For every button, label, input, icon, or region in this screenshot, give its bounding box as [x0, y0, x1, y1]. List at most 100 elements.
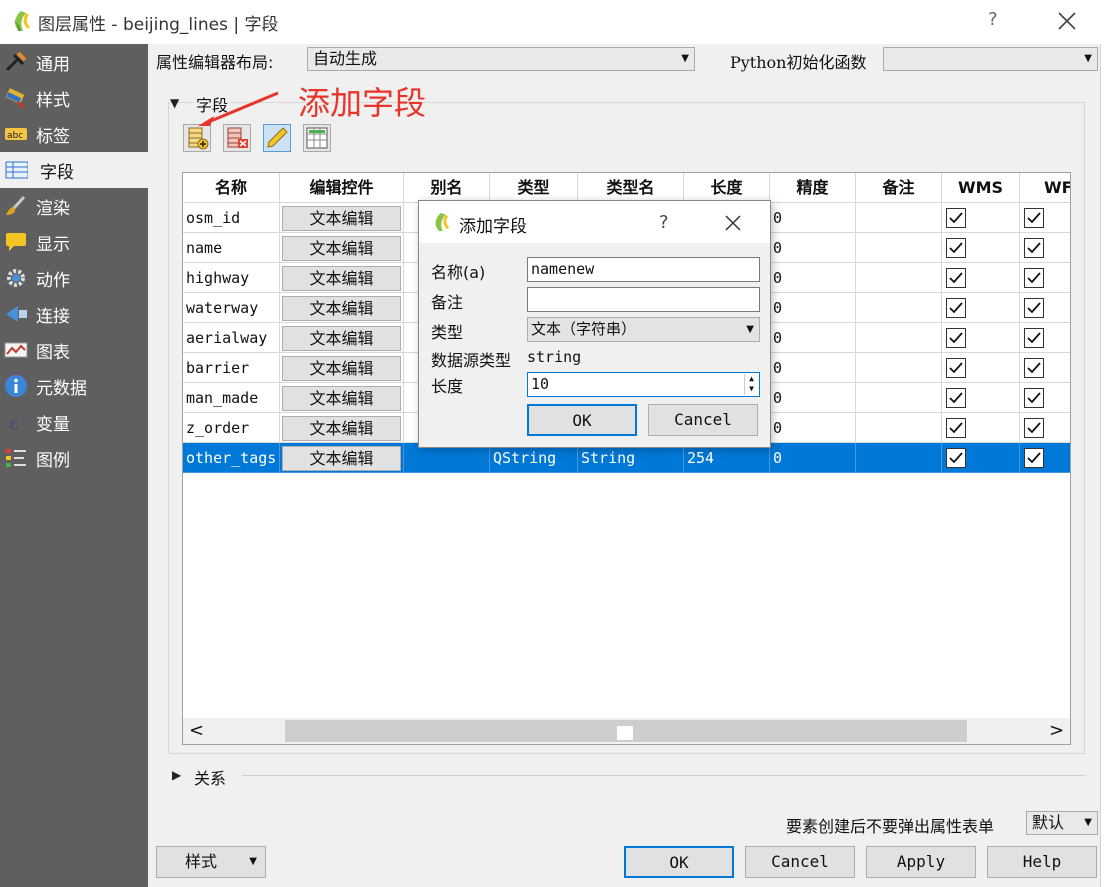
cell-comment[interactable] [856, 203, 942, 233]
wfs-checkbox[interactable] [1024, 418, 1044, 438]
cell-name[interactable]: waterway [183, 293, 280, 323]
wms-checkbox[interactable] [946, 208, 966, 228]
column-header[interactable]: 名称 [183, 173, 280, 203]
spin-arrows[interactable]: ▲ ▼ [744, 374, 758, 395]
wms-checkbox[interactable] [946, 358, 966, 378]
cell-wms[interactable] [942, 233, 1020, 263]
cell-wfs[interactable] [1020, 413, 1070, 443]
expand-triangle-icon[interactable]: ▶ [172, 768, 181, 782]
cell-name[interactable]: aerialway [183, 323, 280, 353]
column-header[interactable]: 备注 [856, 173, 942, 203]
layout-select[interactable]: 自动生成 ▼ [307, 47, 695, 71]
sidebar-item-variables[interactable]: ε 变量 [0, 404, 148, 440]
wfs-checkbox[interactable] [1024, 358, 1044, 378]
dialog-help-button[interactable]: ? [659, 212, 669, 233]
cell-widget[interactable]: 文本编辑 [280, 353, 404, 383]
spin-down-icon[interactable]: ▼ [745, 384, 758, 394]
wfs-checkbox[interactable] [1024, 238, 1044, 258]
cell-wfs[interactable] [1020, 383, 1070, 413]
cell-name[interactable]: highway [183, 263, 280, 293]
wms-checkbox[interactable] [946, 238, 966, 258]
cell-precision[interactable]: 0 [770, 233, 856, 263]
cell-wms[interactable] [942, 293, 1020, 323]
cell-widget[interactable]: 文本编辑 [280, 203, 404, 233]
sidebar-item-joins[interactable]: 连接 [0, 296, 148, 332]
cell-precision[interactable]: 0 [770, 293, 856, 323]
cell-wfs[interactable] [1020, 323, 1070, 353]
cell-wms[interactable] [942, 323, 1020, 353]
column-header[interactable]: WFS [1020, 173, 1070, 203]
edit-widget-button[interactable]: 文本编辑 [282, 416, 401, 441]
cell-precision[interactable]: 0 [770, 263, 856, 293]
cell-name[interactable]: name [183, 233, 280, 263]
cell-precision[interactable]: 0 [770, 203, 856, 233]
cell-comment[interactable] [856, 263, 942, 293]
sidebar-item-diagrams[interactable]: 图表 [0, 332, 148, 368]
field-calculator-button[interactable] [303, 124, 331, 152]
cell-widget[interactable]: 文本编辑 [280, 233, 404, 263]
edit-widget-button[interactable]: 文本编辑 [282, 446, 401, 471]
cell-precision[interactable]: 0 [770, 383, 856, 413]
scroll-left-icon[interactable]: < [189, 720, 204, 741]
sidebar-item-fields[interactable]: 字段 [0, 152, 148, 188]
cell-wms[interactable] [942, 263, 1020, 293]
wms-checkbox[interactable] [946, 298, 966, 318]
column-header[interactable]: 类型 [490, 173, 578, 203]
column-header[interactable]: 别名 [404, 173, 490, 203]
suppress-form-select[interactable]: 默认 ▼ [1026, 811, 1098, 835]
cell-comment[interactable] [856, 293, 942, 323]
edit-widget-button[interactable]: 文本编辑 [282, 296, 401, 321]
wms-checkbox[interactable] [946, 418, 966, 438]
sidebar-item-rendering[interactable]: 渲染 [0, 188, 148, 224]
dialog-close-icon[interactable] [723, 213, 743, 233]
dialog-ok-button[interactable]: OK [527, 404, 637, 436]
cell-comment[interactable] [856, 233, 942, 263]
python-init-select[interactable]: ▼ [883, 47, 1098, 71]
cell-wfs[interactable] [1020, 293, 1070, 323]
cell-wms[interactable] [942, 443, 1020, 473]
cell-name[interactable]: osm_id [183, 203, 280, 233]
apply-button[interactable]: Apply [866, 846, 976, 878]
wfs-checkbox[interactable] [1024, 268, 1044, 288]
sidebar-item-general[interactable]: 通用 [0, 44, 148, 80]
column-header[interactable]: WMS [942, 173, 1020, 203]
cell-wms[interactable] [942, 353, 1020, 383]
cell-wfs[interactable] [1020, 203, 1070, 233]
cell-wms[interactable] [942, 203, 1020, 233]
wfs-checkbox[interactable] [1024, 298, 1044, 318]
edit-widget-button[interactable]: 文本编辑 [282, 326, 401, 351]
cell-comment[interactable] [856, 443, 942, 473]
edit-widget-button[interactable]: 文本编辑 [282, 266, 401, 291]
wms-checkbox[interactable] [946, 268, 966, 288]
cell-wfs[interactable] [1020, 263, 1070, 293]
name-field[interactable]: namenew [527, 257, 760, 282]
collapse-triangle-icon[interactable]: ▼ [170, 96, 179, 110]
column-header[interactable]: 长度 [684, 173, 770, 203]
cell-wfs[interactable] [1020, 233, 1070, 263]
edit-widget-button[interactable]: 文本编辑 [282, 206, 401, 231]
cell-comment[interactable] [856, 413, 942, 443]
scroll-right-icon[interactable]: > [1049, 720, 1064, 741]
sidebar-item-legend[interactable]: 图例 [0, 440, 148, 476]
cell-name[interactable]: man_made [183, 383, 280, 413]
comment-field[interactable] [527, 287, 760, 312]
cancel-button[interactable]: Cancel [745, 846, 855, 878]
cell-precision[interactable]: 0 [770, 413, 856, 443]
window-help-button[interactable]: ? [988, 9, 998, 30]
wfs-checkbox[interactable] [1024, 328, 1044, 348]
window-close-icon[interactable] [1052, 6, 1082, 36]
edit-widget-button[interactable]: 文本编辑 [282, 386, 401, 411]
wms-checkbox[interactable] [946, 448, 966, 468]
ok-button[interactable]: OK [624, 846, 734, 878]
cell-wms[interactable] [942, 413, 1020, 443]
cell-widget[interactable]: 文本编辑 [280, 263, 404, 293]
cell-wms[interactable] [942, 383, 1020, 413]
scrollbar-thumb[interactable] [285, 720, 967, 742]
help-button[interactable]: Help [987, 846, 1097, 878]
sidebar-item-actions[interactable]: 动作 [0, 260, 148, 296]
cell-name[interactable]: other_tags [183, 443, 280, 473]
cell-widget[interactable]: 文本编辑 [280, 383, 404, 413]
cell-comment[interactable] [856, 353, 942, 383]
wms-checkbox[interactable] [946, 328, 966, 348]
edit-widget-button[interactable]: 文本编辑 [282, 356, 401, 381]
